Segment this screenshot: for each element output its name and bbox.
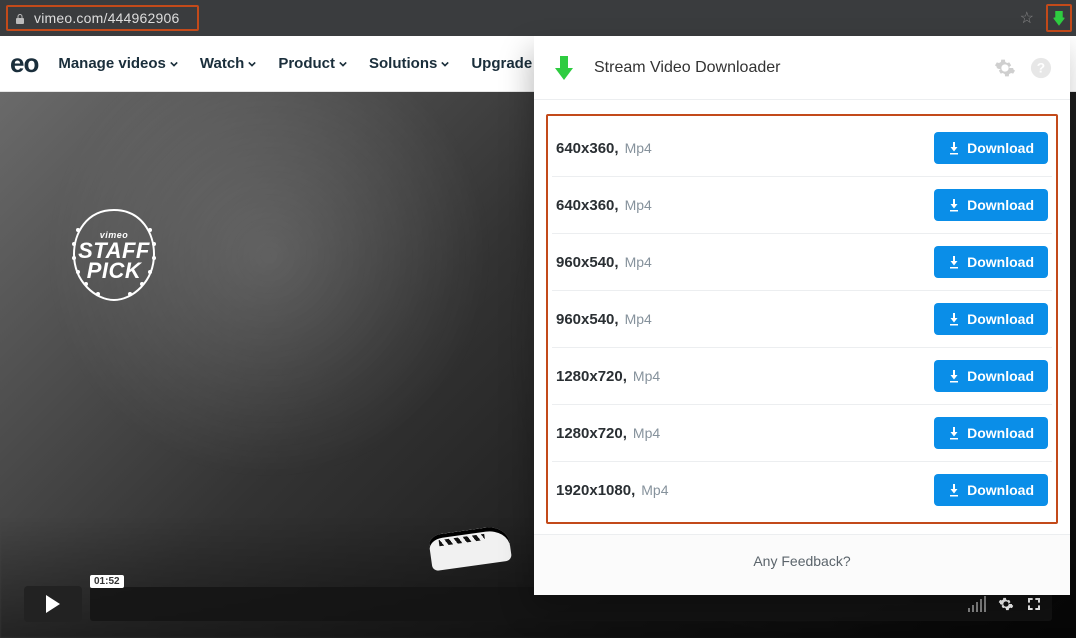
format-text: Mp4 <box>625 254 652 270</box>
format-text: Mp4 <box>625 197 652 213</box>
format-text: Mp4 <box>633 368 660 384</box>
download-row: 1280x720 Mp4 Download <box>552 405 1052 462</box>
settings-gear-icon[interactable] <box>994 57 1016 79</box>
download-row: 960x540 Mp4 Download <box>552 291 1052 348</box>
download-row: 960x540 Mp4 Download <box>552 234 1052 291</box>
download-icon <box>948 312 960 326</box>
nav-item-label: Product <box>278 55 335 72</box>
time-elapsed: 01:52 <box>90 575 124 588</box>
popup-header: Stream Video Downloader ? <box>534 36 1070 100</box>
url-host: vimeo.com <box>34 10 103 26</box>
nav-item-label: Watch <box>200 55 244 72</box>
nav-item-label: Upgrade <box>471 55 532 72</box>
downloader-logo-icon <box>552 54 576 82</box>
svg-text:?: ? <box>1037 60 1045 75</box>
resolution-text: 1920x1080 <box>556 482 635 499</box>
url-text[interactable]: vimeo.com/444962906 <box>34 10 179 26</box>
resolution-text: 1280x720 <box>556 425 627 442</box>
format-text: Mp4 <box>625 140 652 156</box>
chevron-down-icon <box>170 60 178 68</box>
download-button-label: Download <box>967 197 1034 213</box>
download-button-label: Download <box>967 425 1034 441</box>
chevron-down-icon <box>339 60 347 68</box>
nav-watch[interactable]: Watch <box>200 55 256 72</box>
download-icon <box>948 141 960 155</box>
resolution-text: 960x540 <box>556 254 619 271</box>
nav-item-label: Solutions <box>369 55 437 72</box>
download-row: 640x360 Mp4 Download <box>552 177 1052 234</box>
popup-title: Stream Video Downloader <box>594 59 780 77</box>
download-icon <box>948 255 960 269</box>
staff-pick-line2: PICK <box>87 261 142 281</box>
download-button[interactable]: Download <box>934 417 1048 449</box>
download-icon <box>948 198 960 212</box>
download-row: 1280x720 Mp4 Download <box>552 348 1052 405</box>
resolution-text: 640x360 <box>556 197 619 214</box>
download-button-label: Download <box>967 140 1034 156</box>
fullscreen-icon[interactable] <box>1026 596 1042 612</box>
format-text: Mp4 <box>641 482 668 498</box>
extension-icon-highlight <box>1046 4 1072 32</box>
play-button[interactable] <box>24 586 82 622</box>
url-highlight-box: vimeo.com/444962906 <box>6 5 199 31</box>
resolution-text: 640x360 <box>556 140 619 157</box>
download-icon <box>948 483 960 497</box>
browser-address-bar: vimeo.com/444962906 ☆ <box>0 0 1076 36</box>
staff-pick-badge: vimeo STAFF PICK <box>62 204 166 308</box>
download-row: 1920x1080 Mp4 Download <box>552 462 1052 518</box>
nav-product[interactable]: Product <box>278 55 347 72</box>
resolution-text: 1280x720 <box>556 368 627 385</box>
downloader-popup: Stream Video Downloader ? 640x360 Mp4 Down… <box>534 36 1070 595</box>
chevron-down-icon <box>441 60 449 68</box>
resolution-text: 960x540 <box>556 311 619 328</box>
download-button[interactable]: Download <box>934 303 1048 335</box>
download-button[interactable]: Download <box>934 246 1048 278</box>
lock-icon <box>14 12 26 24</box>
download-button[interactable]: Download <box>934 132 1048 164</box>
nav-item-label: Manage videos <box>58 55 166 72</box>
download-row: 640x360 Mp4 Download <box>552 120 1052 177</box>
download-button-label: Download <box>967 482 1034 498</box>
play-icon <box>46 595 60 613</box>
nav-upgrade[interactable]: Upgrade <box>471 55 532 72</box>
nav-solutions[interactable]: Solutions <box>369 55 449 72</box>
help-icon[interactable]: ? <box>1030 57 1052 79</box>
download-icon <box>948 426 960 440</box>
download-button-label: Download <box>967 368 1034 384</box>
download-button[interactable]: Download <box>934 474 1048 506</box>
bookmark-star-icon[interactable]: ☆ <box>1020 8 1034 28</box>
download-icon <box>948 369 960 383</box>
download-button-label: Download <box>967 254 1034 270</box>
download-list-highlight: 640x360Mp4Download640x360Mp4Download960x… <box>546 114 1058 524</box>
chevron-down-icon <box>248 60 256 68</box>
vimeo-logo-fragment[interactable]: eo <box>10 48 38 79</box>
format-text: Mp4 <box>625 311 652 327</box>
download-button-label: Download <box>967 311 1034 327</box>
extension-downloader-icon[interactable] <box>1052 10 1066 26</box>
format-text: Mp4 <box>633 425 660 441</box>
download-button[interactable]: Download <box>934 189 1048 221</box>
volume-control[interactable] <box>968 596 986 612</box>
settings-gear-icon[interactable] <box>998 596 1014 612</box>
download-button[interactable]: Download <box>934 360 1048 392</box>
url-path: /444962906 <box>103 10 179 26</box>
nav-manage-videos[interactable]: Manage videos <box>58 55 178 72</box>
feedback-link[interactable]: Any Feedback? <box>534 534 1070 595</box>
